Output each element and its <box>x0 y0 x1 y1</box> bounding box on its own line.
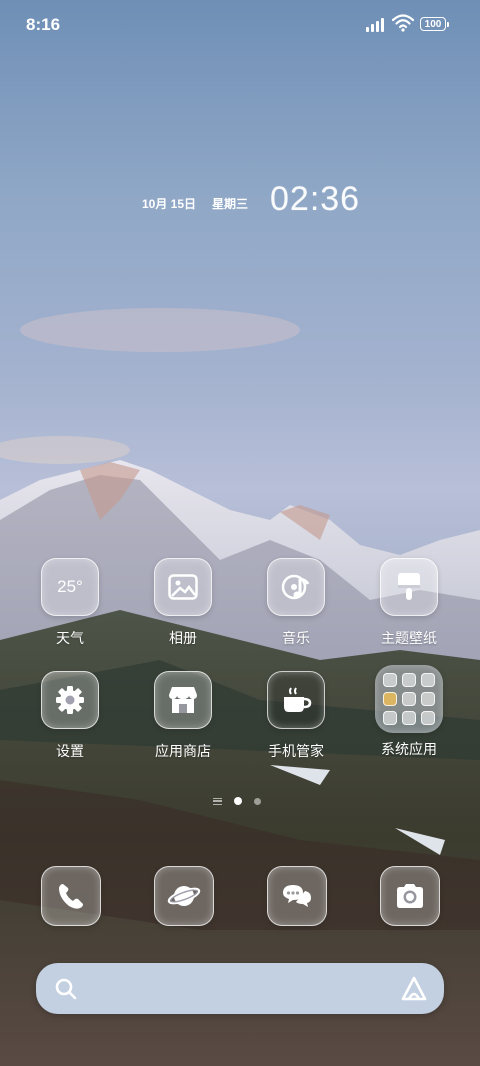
gallery-icon <box>154 558 212 616</box>
weekday-text: 星期三 <box>212 197 249 211</box>
app-music[interactable]: 音乐 <box>246 558 346 648</box>
page-indicator[interactable] <box>213 797 261 805</box>
folder-icon <box>375 665 443 733</box>
dock-browser[interactable] <box>154 866 214 926</box>
app-label: 应用商店 <box>155 743 211 759</box>
settings-gear-icon <box>41 671 99 729</box>
phone-icon <box>41 866 101 926</box>
folder-app-icon <box>383 692 397 706</box>
page-dot-active <box>234 797 242 805</box>
clock-widget-date[interactable]: 10月 15日 星期三 <box>142 195 248 212</box>
app-label: 手机管家 <box>268 743 324 759</box>
page-dot <box>254 797 261 805</box>
weather-temp: 25° <box>57 577 83 596</box>
app-security[interactable]: 手机管家 <box>246 671 346 761</box>
assistant-icon[interactable] <box>400 975 428 1003</box>
dock-messages[interactable] <box>267 866 327 926</box>
cellular-signal-icon <box>366 16 384 32</box>
camera-icon <box>380 866 440 926</box>
app-gallery[interactable]: 相册 <box>133 558 233 648</box>
app-folder-system[interactable]: 系统应用 <box>359 665 459 759</box>
battery-indicator: 100 <box>420 17 449 31</box>
app-label: 相册 <box>169 630 197 646</box>
status-bar: 8:16 100 <box>0 0 480 50</box>
folder-app-icon <box>402 711 416 725</box>
folder-app-icon <box>402 673 416 687</box>
app-settings[interactable]: 设置 <box>20 671 120 761</box>
app-themes[interactable]: 主题壁纸 <box>359 558 459 648</box>
status-time: 8:16 <box>26 15 61 34</box>
battery-level: 100 <box>424 18 442 30</box>
search-icon <box>55 978 77 1000</box>
folder-app-icon <box>383 673 397 687</box>
folder-app-icon <box>383 711 397 725</box>
browser-planet-icon <box>154 866 214 926</box>
dock-phone[interactable] <box>41 866 101 926</box>
app-label: 系统应用 <box>381 741 437 757</box>
search-bar[interactable] <box>36 963 444 1014</box>
app-weather[interactable]: 25° 天气 <box>20 558 120 648</box>
app-label: 主题壁纸 <box>381 630 437 646</box>
music-icon <box>267 558 325 616</box>
folder-app-icon <box>402 692 416 706</box>
security-cup-icon <box>267 671 325 729</box>
weather-icon: 25° <box>41 558 99 616</box>
messages-icon <box>267 866 327 926</box>
folder-app-icon <box>421 673 435 687</box>
theme-brush-icon <box>380 558 438 616</box>
clock-widget-time[interactable]: 02:36 <box>270 180 360 219</box>
date-text: 10月 15日 <box>142 197 197 211</box>
app-store[interactable]: 应用商店 <box>133 671 233 761</box>
wifi-icon <box>392 14 414 32</box>
folder-app-icon <box>421 711 435 725</box>
dock-camera[interactable] <box>380 866 440 926</box>
app-label: 天气 <box>56 630 84 646</box>
app-drawer-lines-icon <box>213 797 222 805</box>
app-label: 设置 <box>56 743 84 759</box>
search-input[interactable] <box>90 973 384 1005</box>
app-label: 音乐 <box>282 630 310 646</box>
store-icon <box>154 671 212 729</box>
folder-app-icon <box>421 692 435 706</box>
